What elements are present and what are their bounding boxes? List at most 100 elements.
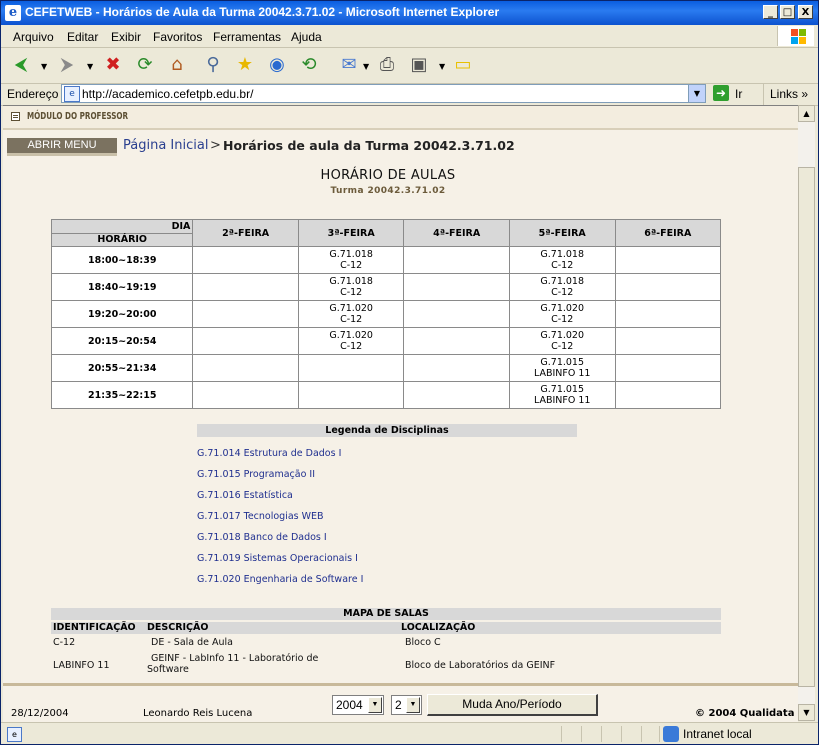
chevron-down-icon[interactable]: ▼ <box>406 697 420 713</box>
back-dropdown-icon[interactable]: ▼ <box>41 62 47 71</box>
day-header: 6ª-FEIRA <box>614 219 722 247</box>
room-row: C-12 DE - Sala de Aula Bloco C <box>51 637 721 653</box>
notes-icon[interactable]: ▭ <box>451 53 475 77</box>
schedule-row: 18:00~18:39 G.71.018 C-12 G.71.018 C-12 <box>50 246 722 274</box>
change-period-button[interactable]: Muda Ano/Período <box>427 694 598 716</box>
media-icon[interactable]: ◉ <box>265 53 289 77</box>
schedule-cell <box>614 300 722 328</box>
footer-date: 28/12/2004 <box>11 708 69 719</box>
course-code: G.71.015 <box>540 357 585 368</box>
module-label: MÓDULO DO PROFESSOR <box>27 111 129 122</box>
chevron-down-icon[interactable]: ▼ <box>368 697 382 713</box>
menu-editar[interactable]: Editar <box>67 30 98 44</box>
footer: 28/12/2004 Leonardo Reis Lucena 2004 ▼ 2… <box>3 686 798 722</box>
forward-icon[interactable]: ⮞ <box>55 53 79 77</box>
menu-ajuda[interactable]: Ajuda <box>291 30 322 44</box>
year-select[interactable]: 2004 ▼ <box>332 695 384 715</box>
legend-item[interactable]: G.71.014 Estrutura de Dados I <box>197 443 577 464</box>
forward-dropdown-icon[interactable]: ▼ <box>87 62 93 71</box>
mail-dropdown-icon[interactable]: ▼ <box>363 62 369 71</box>
footer-user: Leonardo Reis Lucena <box>143 708 253 719</box>
schedule-row: 21:35~22:15 G.71.015 LABINFO 11 <box>50 381 722 409</box>
legend: Legenda de Disciplinas G.71.014 Estrutur… <box>197 424 577 590</box>
address-dropdown-icon[interactable]: ▼ <box>688 85 705 102</box>
search-icon[interactable]: ⚲ <box>201 53 225 77</box>
schedule-cell: G.71.020 C-12 <box>297 300 405 328</box>
edit-dropdown-icon[interactable]: ▼ <box>439 62 445 71</box>
schedule-cell: G.71.020 C-12 <box>508 300 616 328</box>
open-menu-button[interactable]: ABRIR MENU <box>7 138 117 156</box>
schedule-cell <box>192 354 299 382</box>
back-icon[interactable]: ⮜ <box>9 53 33 77</box>
room-code: LABINFO 11 <box>533 368 591 379</box>
browser-window: e CEFETWEB - Horários de Aula da Turma 2… <box>0 0 819 745</box>
page-title: HORÁRIO DE AULAS <box>320 168 456 183</box>
legend-item[interactable]: G.71.016 Estatística <box>197 485 577 506</box>
mail-icon[interactable]: ✉ <box>337 53 361 77</box>
close-button[interactable]: X <box>798 5 813 19</box>
refresh-icon[interactable]: ⟳ <box>133 53 157 77</box>
course-code: G.71.015 <box>540 384 585 395</box>
vertical-scrollbar[interactable]: ▲ ▼ <box>798 105 815 721</box>
windows-logo-icon <box>777 26 814 46</box>
course-code: G.71.020 <box>540 303 585 314</box>
room-code: C-12 <box>340 341 363 352</box>
scroll-up-icon[interactable]: ▲ <box>798 105 815 122</box>
time-slot: 21:35~22:15 <box>50 381 194 409</box>
home-icon[interactable]: ⌂ <box>165 53 189 77</box>
go-arrow-icon[interactable]: ➜ <box>713 85 729 101</box>
schedule-cell: G.71.018 C-12 <box>297 273 405 301</box>
links-button[interactable]: Links » <box>763 83 808 105</box>
period-select[interactable]: 2 ▼ <box>391 695 422 715</box>
legend-item[interactable]: G.71.019 Sistemas Operacionais I <box>197 548 577 569</box>
schedule-cell <box>403 273 510 301</box>
room-map-title: MAPA DE SALAS <box>51 608 721 620</box>
course-code: G.71.018 <box>329 276 373 287</box>
address-input[interactable]: e http://academico.cefetpb.edu.br/ ▼ <box>61 84 706 103</box>
legend-item[interactable]: G.71.018 Banco de Dados I <box>197 527 577 548</box>
security-zone: Intranet local <box>683 727 752 741</box>
schedule-cell: G.71.018 C-12 <box>508 246 616 274</box>
breadcrumb: ABRIR MENU Página Inicial > Horários de … <box>3 137 798 157</box>
scrollbar-thumb[interactable] <box>798 167 815 687</box>
scroll-down-icon[interactable]: ▼ <box>798 704 815 721</box>
room-code: C-12 <box>551 260 574 271</box>
legend-item[interactable]: G.71.017 Tecnologias WEB <box>197 506 577 527</box>
print-icon[interactable]: ⎙ <box>375 53 399 77</box>
status-divider <box>581 726 582 742</box>
history-icon[interactable]: ⟲ <box>297 53 321 77</box>
day-header: 2ª-FEIRA <box>192 219 299 247</box>
maximize-button[interactable]: □ <box>780 5 795 19</box>
page-viewport: MÓDULO DO PROFESSOR ABRIR MENU Página In… <box>3 105 798 722</box>
menu-arquivo[interactable]: Arquivo <box>13 30 54 44</box>
room-id: LABINFO 11 <box>53 660 110 671</box>
course-code: G.71.018 <box>540 276 585 287</box>
course-code: G.71.018 <box>540 249 585 260</box>
time-header-label: HORÁRIO <box>97 234 148 245</box>
menu-favoritos[interactable]: Favoritos <box>153 30 202 44</box>
legend-item[interactable]: G.71.020 Engenharia de Software I <box>197 569 577 590</box>
legend-item[interactable]: G.71.015 Programação II <box>197 464 577 485</box>
schedule-cell <box>192 273 299 301</box>
address-bar: Endereço e http://academico.cefetpb.edu.… <box>1 83 818 106</box>
schedule-cell <box>403 246 510 274</box>
favorites-icon[interactable]: ★ <box>233 53 257 77</box>
edit-icon[interactable]: ▣ <box>407 53 431 77</box>
go-button[interactable]: Ir <box>735 87 742 101</box>
room-description-cont: Software <box>147 664 189 675</box>
stop-icon[interactable]: ✖ <box>101 53 125 77</box>
schedule-cell: G.71.015 LABINFO 11 <box>508 381 616 409</box>
schedule-cell <box>192 246 299 274</box>
home-link[interactable]: Página Inicial <box>123 138 208 153</box>
menu-exibir[interactable]: Exibir <box>111 30 141 44</box>
schedule-cell: G.71.020 C-12 <box>508 327 616 355</box>
minimize-button[interactable]: _ <box>763 5 778 19</box>
schedule-cell <box>192 381 299 409</box>
course-code: G.71.020 <box>329 330 373 341</box>
window-title: CEFETWEB - Horários de Aula da Turma 200… <box>25 5 500 19</box>
room-location: Bloco C <box>405 637 441 648</box>
address-url[interactable]: http://academico.cefetpb.edu.br/ <box>82 87 253 101</box>
menu-ferramentas[interactable]: Ferramentas <box>213 30 281 44</box>
schedule-cell <box>403 300 510 328</box>
status-divider <box>659 726 660 742</box>
